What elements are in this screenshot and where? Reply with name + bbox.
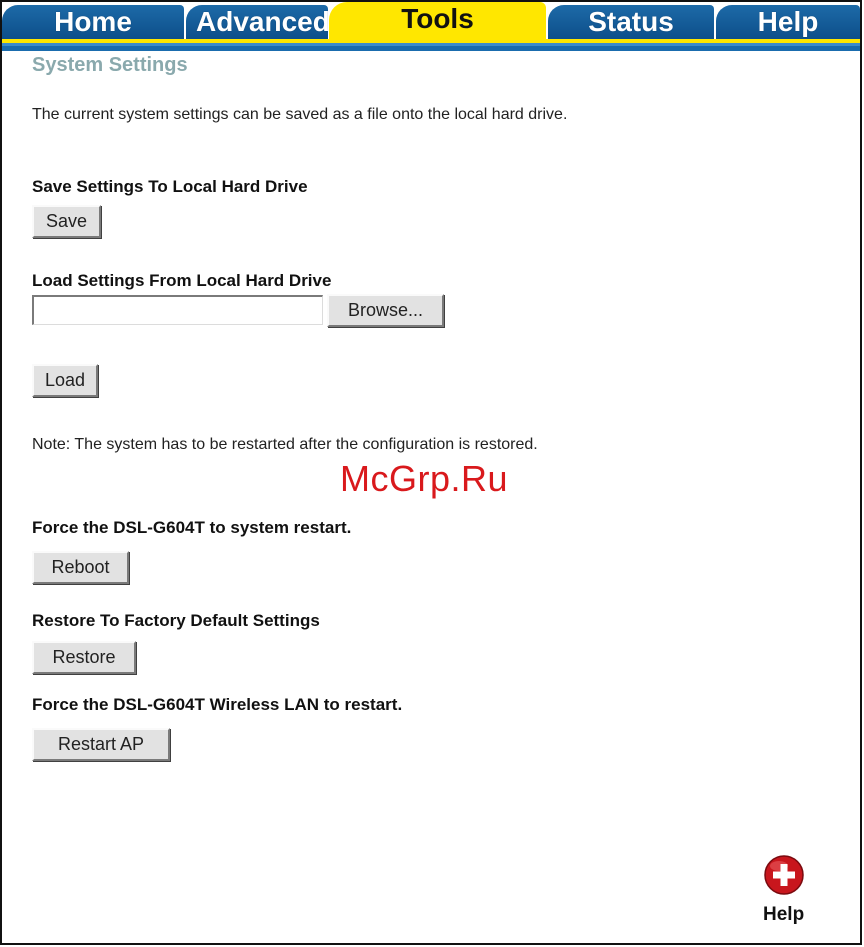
reboot-heading: Force the DSL-G604T to system restart.: [32, 518, 352, 537]
tab-advanced[interactable]: Advanced: [186, 5, 328, 39]
reboot-button[interactable]: Reboot: [32, 551, 129, 584]
browse-button[interactable]: Browse...: [327, 294, 444, 327]
restart-ap-button[interactable]: Restart AP: [32, 728, 170, 761]
save-settings-heading: Save Settings To Local Hard Drive: [32, 177, 308, 196]
load-settings-heading: Load Settings From Local Hard Drive: [32, 271, 332, 290]
tab-home[interactable]: Home: [2, 5, 184, 39]
restore-heading: Restore To Factory Default Settings: [32, 611, 320, 630]
restart-note: Note: The system has to be restarted aft…: [32, 436, 538, 453]
save-button[interactable]: Save: [32, 205, 101, 238]
tab-tools[interactable]: Tools: [329, 2, 546, 42]
restart-ap-heading: Force the DSL-G604T Wireless LAN to rest…: [32, 695, 403, 714]
settings-file-input[interactable]: [32, 295, 323, 325]
intro-text: The current system settings can be saved…: [32, 106, 568, 123]
tab-help[interactable]: Help: [716, 5, 860, 39]
watermark-text: McGrp.Ru: [340, 458, 509, 499]
page-frame: Home Advanced Tools Status Help System S…: [0, 0, 862, 945]
tab-bar-blue-rule: [2, 43, 860, 51]
tab-status[interactable]: Status: [548, 5, 714, 39]
help-plus-icon[interactable]: [764, 855, 804, 895]
restore-button[interactable]: Restore: [32, 641, 136, 674]
page-title: System Settings: [32, 54, 188, 76]
help-label[interactable]: Help: [763, 904, 804, 926]
load-button[interactable]: Load: [32, 364, 98, 397]
tab-bar: Home Advanced Tools Status Help: [2, 2, 860, 52]
